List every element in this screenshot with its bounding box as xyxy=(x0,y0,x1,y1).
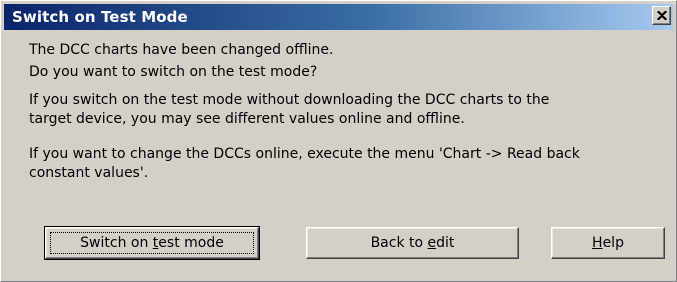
switch-on-test-mode-label: Switch on test mode xyxy=(80,235,224,251)
window-title: Switch on Test Mode xyxy=(12,8,188,26)
title-bar[interactable]: Switch on Test Mode xyxy=(4,4,673,30)
switch-on-test-mode-button[interactable]: Switch on test mode xyxy=(44,226,260,260)
help-label: Help xyxy=(592,235,624,251)
back-to-edit-button[interactable]: Back to edit xyxy=(306,227,519,259)
message-warning: If you switch on the test mode without d… xyxy=(29,91,549,129)
message-changed-offline: The DCC charts have been changed offline… xyxy=(29,42,334,58)
close-icon xyxy=(656,11,667,20)
close-button[interactable] xyxy=(652,6,671,25)
dialog-window: Switch on Test Mode The DCC charts have … xyxy=(0,0,677,282)
message-hint: If you want to change the DCCs online, e… xyxy=(29,145,580,183)
message-hint-line-1: If you want to change the DCCs online, e… xyxy=(29,146,580,162)
message-warning-line-1: If you switch on the test mode without d… xyxy=(29,92,550,108)
help-button[interactable]: Help xyxy=(551,227,665,259)
back-to-edit-label: Back to edit xyxy=(370,235,455,251)
message-hint-line-2: constant values'. xyxy=(29,165,149,181)
message-warning-line-2: target device, you may see different val… xyxy=(29,111,465,127)
message-question: Do you want to switch on the test mode? xyxy=(29,64,318,80)
